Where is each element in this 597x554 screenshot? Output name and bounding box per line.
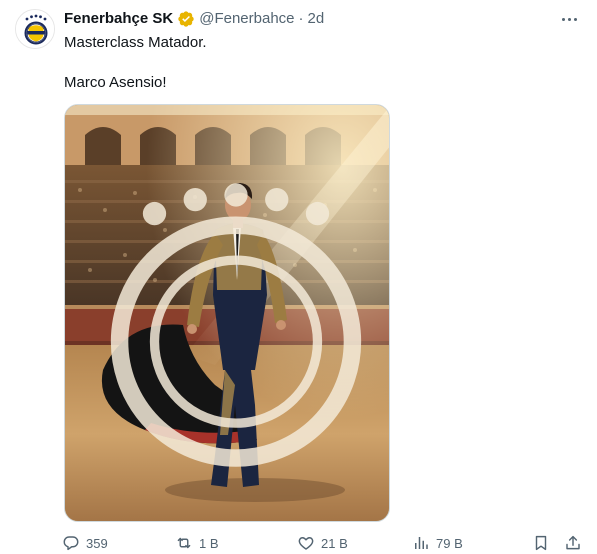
- views-count: 79 B: [436, 535, 463, 551]
- views-icon: [415, 537, 428, 549]
- tweet[interactable]: Fenerbahçe SK @Fenerbahce · 2d Mastercla…: [0, 0, 597, 554]
- reply-button[interactable]: 359: [62, 532, 108, 554]
- reply-count: 359: [86, 535, 108, 551]
- tweet-text: Masterclass Matador. Marco Asensio!: [64, 33, 564, 93]
- retweet-count: 1 B: [199, 535, 219, 551]
- avatar[interactable]: [15, 9, 55, 49]
- display-name[interactable]: Fenerbahçe SK: [64, 9, 173, 29]
- verified-badge-icon[interactable]: [177, 10, 195, 28]
- retweet-icon: [177, 537, 191, 549]
- bookmark-icon: [535, 535, 547, 551]
- tweet-paragraph: Masterclass Matador.: [64, 34, 207, 51]
- fenerbahce-crest-icon: [16, 10, 54, 48]
- share-button[interactable]: [564, 532, 582, 554]
- share-icon: [566, 535, 580, 550]
- retweet-button[interactable]: 1 B: [175, 532, 219, 554]
- like-button[interactable]: 21 B: [297, 532, 348, 554]
- bookmark-button[interactable]: [532, 532, 550, 554]
- separator-dot: ·: [298, 10, 304, 27]
- like-count: 21 B: [321, 535, 348, 551]
- timestamp[interactable]: 2d: [308, 9, 325, 29]
- account-handle[interactable]: @Fenerbahce: [199, 9, 294, 29]
- heart-icon: [298, 537, 314, 550]
- tweet-paragraph: Marco Asensio!: [64, 74, 167, 91]
- tweet-header: Fenerbahçe SK @Fenerbahce · 2d: [64, 9, 324, 29]
- views-button[interactable]: 79 B: [412, 532, 463, 554]
- more-options-icon[interactable]: [559, 12, 579, 26]
- tweet-image[interactable]: [64, 104, 390, 522]
- reply-icon: [63, 536, 79, 551]
- fenerbahce-crest-watermark-icon: [110, 183, 362, 467]
- tweet-actions: 359 1 B 21 B 79 B: [60, 532, 590, 554]
